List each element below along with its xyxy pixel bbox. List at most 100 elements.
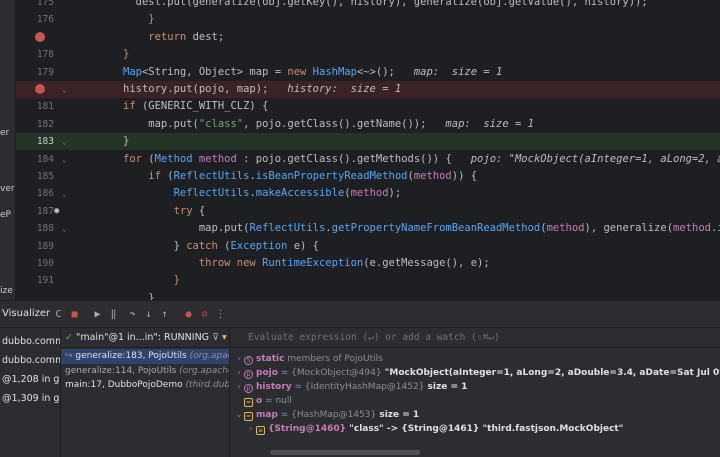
variable-row[interactable]: › Sstatic members of PojoUtils <box>230 352 720 366</box>
code-line[interactable]: map.put("class", pojo.getClass().getName… <box>76 116 720 133</box>
code-editor[interactable]: dest.put(generalize(obj.getKey(), histor… <box>76 0 720 300</box>
gutter-line[interactable]: 184 ⌄ <box>16 151 76 168</box>
resume-icon[interactable]: ▶ <box>91 308 104 321</box>
variable-row[interactable]: ⌄ = map = {HashMap@1453} size = 1 <box>230 408 720 422</box>
fold-chevron-icon[interactable]: ⌄ <box>62 133 67 150</box>
code-token: map.put( <box>123 117 199 130</box>
expand-icon[interactable]: › <box>234 366 244 380</box>
gutter-line[interactable]: 190 <box>16 255 76 272</box>
code-token: method <box>350 187 389 200</box>
variable-type-icon: ≡ <box>256 426 265 435</box>
variable-type: = null <box>262 396 292 406</box>
frames-panel[interactable]: ✓ "main"@1 in...in": RUNNING ⊽ ▾ ↪ gener… <box>60 328 230 457</box>
breakpoint-icon[interactable] <box>35 84 45 94</box>
code-line[interactable]: history.put(pojo, map); history: size = … <box>76 81 720 98</box>
mute-breakpoints-icon[interactable]: ⊘ <box>198 308 211 321</box>
fold-chevron-icon[interactable]: ⌄ <box>62 220 67 237</box>
gutter-line[interactable]: 176 <box>16 11 76 28</box>
thread-list-item[interactable]: dubbo.commo <box>2 336 60 347</box>
code-token: } <box>123 239 187 252</box>
variable-row[interactable]: › ≡ {String@1460} "class" -> {String@1461}… <box>230 422 720 436</box>
code-line[interactable]: Map<String, Object> map = new HashMap<~>… <box>76 64 720 81</box>
step-over-icon[interactable]: ↷ <box>126 308 139 321</box>
editor-gutter[interactable]: 175 176 178 179 ⌄ 181 182 183 ⌄ 184 ⌄ 185 186 ⌄ 187 ◉ 18… <box>16 0 76 300</box>
expand-icon[interactable]: › <box>246 422 256 436</box>
evaluate-expression-input[interactable]: Evaluate expression (↵) or add a watch (… <box>230 328 720 348</box>
gutter-line[interactable]: 188 ⌄ <box>16 220 76 237</box>
gutter-line[interactable] <box>16 29 76 46</box>
code-line[interactable]: } <box>76 272 720 289</box>
pause-icon[interactable]: ‖ <box>107 308 120 321</box>
step-out-icon[interactable]: ↑ <box>158 308 171 321</box>
code-line[interactable]: } catch (Exception e) { <box>76 238 720 255</box>
stack-frame[interactable]: main:17, DubboPojoDemo (third.dubb <box>61 378 229 393</box>
breakpoint-icon[interactable] <box>35 31 45 42</box>
code-line[interactable]: for (Method method : pojo.getClass().get… <box>76 151 720 168</box>
more-icon[interactable]: ⋮ <box>214 308 227 321</box>
stack-frame[interactable]: ↪ generalize:183, PojoUtils (org.apache <box>61 349 229 364</box>
code-token: try <box>173 204 199 217</box>
dropdown-icon[interactable]: ▾ <box>222 332 227 343</box>
horizontal-scrollbar[interactable] <box>270 450 420 455</box>
step-into-icon[interactable]: ↓ <box>142 308 155 321</box>
variable-row[interactable]: › p pojo = {MockObject@494} "MockObject(aI… <box>230 366 720 380</box>
code-token: isBeanPropertyReadMethod <box>255 170 408 182</box>
line-number: 186 <box>36 188 54 200</box>
thread-list-item[interactable]: dubbo.commo <box>2 355 60 366</box>
code-line[interactable]: } <box>76 46 720 63</box>
code-line[interactable]: try { <box>76 203 720 220</box>
fold-chevron-icon[interactable]: ⌄ <box>62 81 67 98</box>
thread-list-item[interactable]: @1,309 in gro <box>2 393 60 404</box>
code-line[interactable]: } <box>76 290 720 300</box>
code-line[interactable]: map.put(ReflectUtils.getPropertyNameFrom… <box>76 220 720 237</box>
code-token: method <box>198 152 237 165</box>
gutter-line[interactable]: 178 <box>16 46 76 63</box>
code-token: ); <box>388 187 402 200</box>
variable-row[interactable]: › p history = {IdentityHashMap@1452} size … <box>230 380 720 394</box>
thread-selector[interactable]: ✓ "main"@1 in...in": RUNNING ⊽ ▾ <box>61 328 229 348</box>
code-line[interactable]: ReflectUtils.makeAccessible(method); <box>76 185 720 202</box>
code-token: HashMap <box>312 65 357 78</box>
variables-panel[interactable]: Evaluate expression (↵) or add a watch (… <box>230 328 720 457</box>
collapse-icon[interactable]: ⌄ <box>234 408 244 422</box>
code-token: Exception <box>230 239 294 252</box>
gutter-line[interactable]: 185 <box>16 168 76 185</box>
gutter-line[interactable]: 191 <box>16 272 76 289</box>
rerun-icon[interactable]: C <box>52 308 65 321</box>
variable-type-icon: = <box>244 412 253 421</box>
thread-list-item[interactable]: @1,208 in gro <box>2 374 60 385</box>
gutter-line[interactable]: 189 <box>16 238 76 255</box>
fold-chevron-icon[interactable]: ⌄ <box>62 185 67 202</box>
variable-row[interactable]: = o = null <box>230 394 720 408</box>
frame-method: main:17, DubboPojoDemo <box>65 380 183 390</box>
threads-list[interactable]: dubbo.commo dubbo.commo @1,208 in gro @1,30… <box>0 328 60 457</box>
code-line[interactable]: dest.put(generalize(obj.getKey(), histor… <box>76 0 720 11</box>
code-line[interactable]: return dest; <box>76 29 720 46</box>
filter-icon[interactable]: ⊽ <box>212 332 222 343</box>
variable-type-icon: = <box>244 398 253 407</box>
variable-type: = {MockObject@494} <box>277 368 382 378</box>
code-line[interactable]: } <box>76 133 720 151</box>
stop-icon[interactable]: ■ <box>68 308 81 321</box>
expand-icon[interactable]: › <box>234 352 244 366</box>
gutter-line[interactable]: ⌄ <box>16 81 76 98</box>
gutter-line[interactable]: 183 ⌄ <box>16 133 76 151</box>
expand-icon[interactable]: › <box>234 380 244 394</box>
code-line[interactable]: } <box>76 11 720 28</box>
code-line[interactable]: throw new RuntimeException(e.getMessage(… <box>76 255 720 272</box>
gutter-line[interactable]: 179 <box>16 64 76 81</box>
code-line[interactable]: if (ReflectUtils.isBeanPropertyReadMetho… <box>76 168 720 185</box>
fold-chevron-icon[interactable]: ⌄ <box>62 151 67 168</box>
gutter-line[interactable]: 187 ◉ <box>16 203 76 220</box>
gutter-line[interactable]: 181 <box>16 98 76 115</box>
code-token: ), generalize( <box>584 222 674 235</box>
gutter-line[interactable]: 186 ⌄ <box>16 185 76 202</box>
view-breakpoints-icon[interactable]: ● <box>182 308 195 321</box>
code-line[interactable]: if (GENERIC_WITH_CLZ) { <box>76 98 720 115</box>
code-token: <~>(); <box>356 65 414 78</box>
gutter-line[interactable]: 182 <box>16 116 76 133</box>
stack-frame[interactable]: generalize:114, PojoUtils (org.apache <box>61 364 229 379</box>
gutter-line[interactable]: 175 <box>16 0 76 11</box>
